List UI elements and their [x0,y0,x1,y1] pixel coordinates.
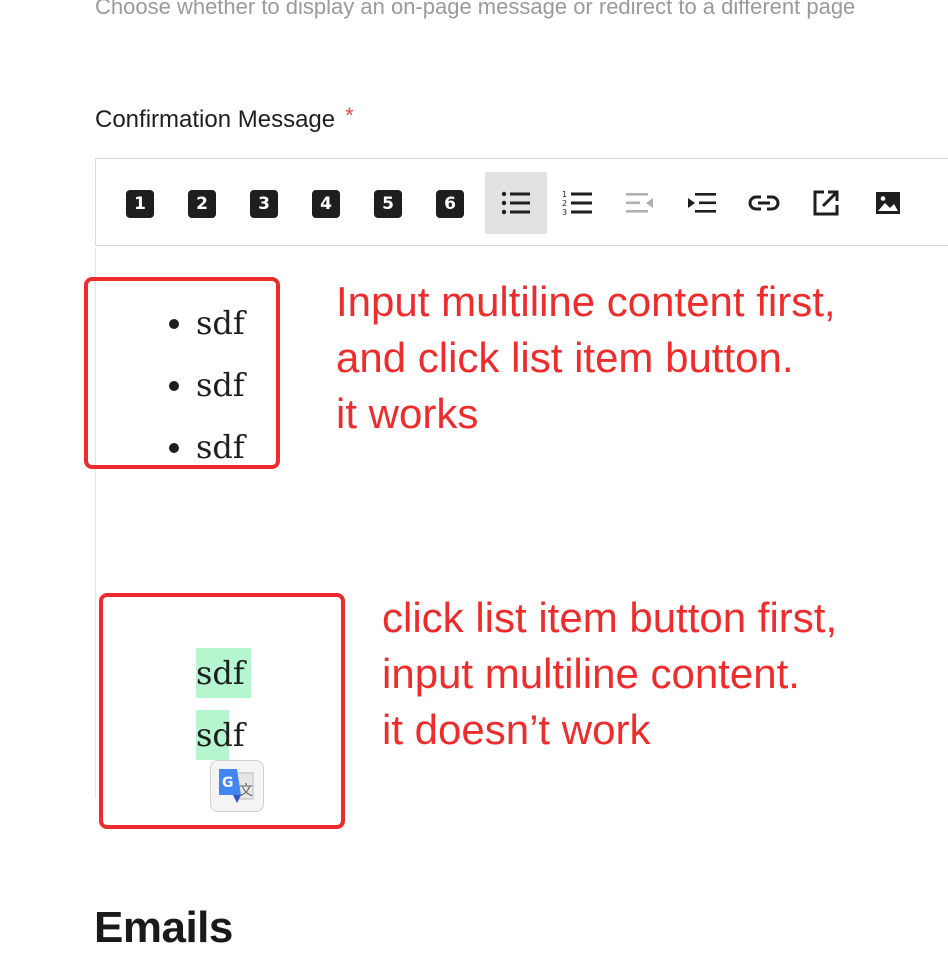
bulleted-list-icon [501,191,530,215]
indent-button[interactable] [671,172,733,234]
annotation-line: it doesn’t work [382,706,651,753]
heading-1-button[interactable]: 1 [110,172,172,234]
bulleted-list-button[interactable] [485,172,547,234]
annotation-box-works [84,277,280,469]
more-toolbar-button[interactable] [919,172,948,234]
required-asterisk: * [345,103,354,128]
numbered-list-icon: 1 2 3 [562,190,592,217]
annotation-text-broken: click list item button first, input mult… [382,590,837,758]
field-label-text: Confirmation Message [95,106,336,133]
heading-3-icon: 3 [250,190,278,218]
heading-6-icon: 6 [436,190,464,218]
image-button[interactable] [857,172,919,234]
outdent-button[interactable] [609,172,671,234]
heading-2-icon: 2 [188,190,216,218]
external-link-button[interactable] [795,172,857,234]
annotation-line: click list item button first, [382,594,838,641]
svg-text:3: 3 [562,208,567,217]
annotation-line: Input multiline content first, [336,278,836,325]
svg-text:1: 1 [562,190,567,199]
indent-icon [688,193,716,213]
annotation-line: and click list item button. [336,334,794,381]
editor-toolbar: 1 2 3 4 5 6 1 2 3 [95,158,948,246]
link-icon [748,195,780,211]
image-icon [876,192,900,214]
external-link-icon [813,190,839,216]
field-help-text: Choose whether to display an on-page mes… [95,0,856,19]
section-title-emails: Emails [94,903,233,952]
heading-5-button[interactable]: 5 [358,172,420,234]
heading-1-icon: 1 [126,190,154,218]
link-button[interactable] [733,172,795,234]
truncated-toolbar-icon [933,186,948,220]
numbered-list-button[interactable]: 1 2 3 [547,172,609,234]
heading-3-button[interactable]: 3 [234,172,296,234]
annotation-line: input multiline content. [382,650,800,697]
annotation-box-broken [99,593,345,829]
outdent-icon [626,193,653,213]
heading-4-icon: 4 [312,190,340,218]
heading-6-button[interactable]: 6 [420,172,482,234]
heading-4-button[interactable]: 4 [296,172,358,234]
heading-2-button[interactable]: 2 [172,172,234,234]
annotation-line: it works [336,390,479,437]
field-label: Confirmation Message * [95,103,354,135]
heading-5-icon: 5 [374,190,402,218]
annotation-text-works: Input multiline content first, and click… [336,274,836,442]
svg-text:2: 2 [562,199,567,208]
